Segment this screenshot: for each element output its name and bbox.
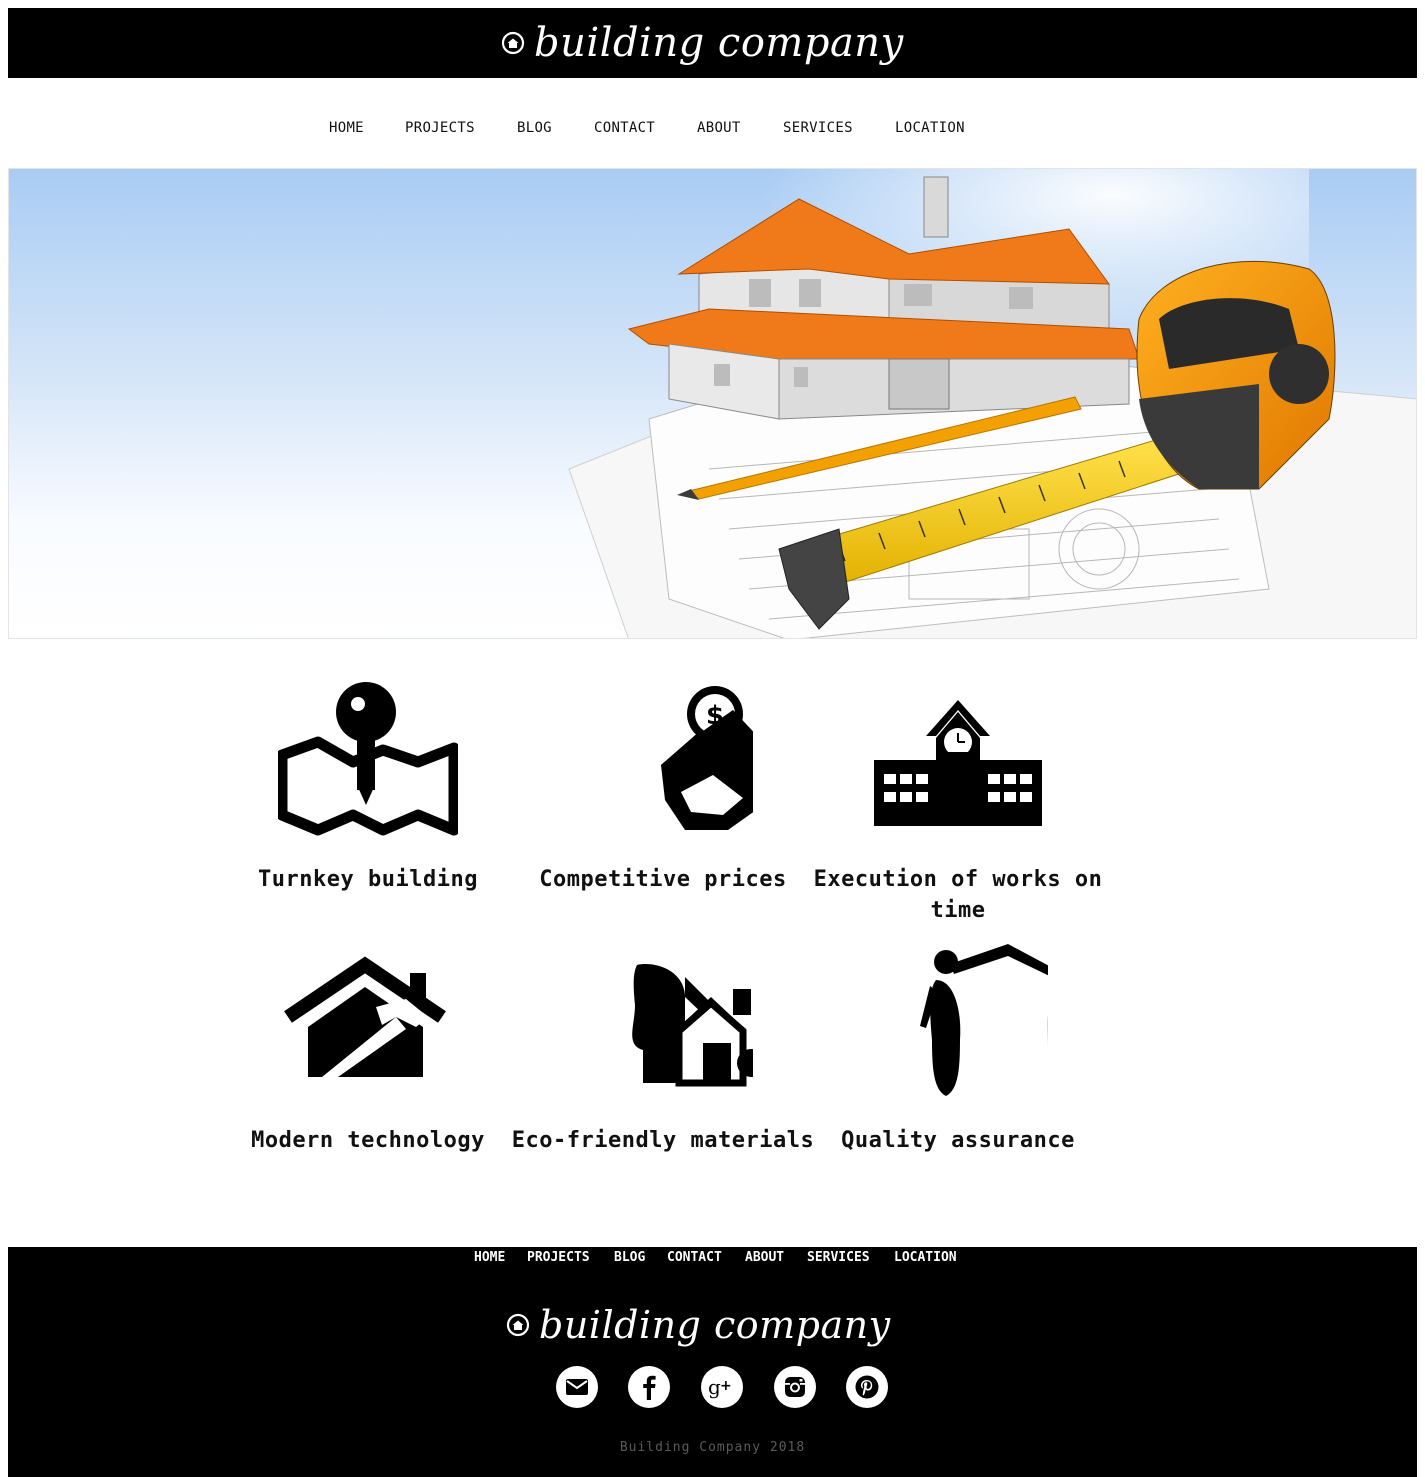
instagram-link[interactable] [774, 1366, 816, 1408]
nav-blog[interactable]: BLOG [517, 110, 552, 146]
facebook-link[interactable] [628, 1366, 670, 1408]
school-clock-icon [874, 700, 1042, 826]
site-logo-text: building company [534, 20, 904, 66]
hero-banner [8, 168, 1417, 639]
feature-turnkey-building: Turnkey building [223, 680, 513, 892]
facebook-icon [643, 1375, 656, 1400]
footer-nav-about[interactable]: ABOUT [745, 1250, 784, 1265]
feature-title: Eco-friendly materials [511, 1128, 815, 1153]
footer-logo-text: building company [539, 1303, 891, 1347]
nav-location[interactable]: LOCATION [895, 110, 965, 146]
pinterest-link[interactable] [846, 1366, 888, 1408]
feature-competitive-prices: $ Competitive prices [518, 680, 808, 892]
site-logo[interactable]: building company [500, 14, 904, 72]
nav-services[interactable]: SERVICES [783, 110, 853, 146]
house-coin-icon: $ [661, 686, 753, 830]
people-roof-icon [920, 944, 1048, 1096]
feature-title: Execution of works on time [813, 867, 1103, 923]
footer-nav-services[interactable]: SERVICES [807, 1250, 870, 1265]
feature-quality-assurance: Quality assurance [813, 940, 1103, 1153]
nav-home[interactable]: HOME [329, 110, 364, 146]
home-circle-icon [501, 31, 525, 55]
email-link[interactable] [556, 1366, 598, 1408]
feature-title: Competitive prices [539, 867, 787, 892]
footer-nav-projects[interactable]: PROJECTS [527, 1250, 590, 1265]
house-tape-measure-image [568, 169, 1416, 638]
site-footer: HOME PROJECTS BLOG CONTACT ABOUT SERVICE… [8, 1247, 1417, 1477]
site-header: building company [8, 8, 1417, 78]
instagram-icon [785, 1377, 805, 1397]
footer-nav-home[interactable]: HOME [474, 1250, 505, 1265]
feature-title: Modern technology [251, 1128, 485, 1153]
key-map-icon [278, 682, 458, 836]
home-circle-icon [506, 1313, 530, 1337]
email-icon [566, 1379, 588, 1395]
google-plus-icon: g + [708, 1375, 732, 1399]
google-plus-link[interactable]: g + [701, 1366, 743, 1408]
footer-nav-contact[interactable]: CONTACT [667, 1250, 722, 1265]
pinterest-icon [855, 1375, 879, 1399]
nav-about[interactable]: ABOUT [697, 110, 741, 146]
feature-title: Quality assurance [841, 1128, 1075, 1153]
nav-contact[interactable]: CONTACT [594, 110, 655, 146]
feature-title: Turnkey building [258, 867, 478, 892]
footer-logo[interactable]: building company [505, 1298, 891, 1352]
footer-nav-blog[interactable]: BLOG [614, 1250, 645, 1265]
svg-text:+: + [720, 1378, 732, 1394]
house-hammer-icon [284, 956, 446, 1077]
feature-modern-technology: Modern technology [223, 955, 513, 1153]
footer-nav-location[interactable]: LOCATION [894, 1250, 957, 1265]
feature-eco-friendly-materials: Eco-friendly materials [512, 955, 814, 1153]
eco-house-icon [632, 964, 753, 1087]
nav-projects[interactable]: PROJECTS [405, 110, 475, 146]
feature-execution-on-time: Execution of works on time [813, 680, 1103, 923]
copyright-text: Building Company 2018 [619, 1440, 806, 1455]
main-nav: HOME PROJECTS BLOG CONTACT ABOUT SERVICE… [0, 110, 1425, 146]
